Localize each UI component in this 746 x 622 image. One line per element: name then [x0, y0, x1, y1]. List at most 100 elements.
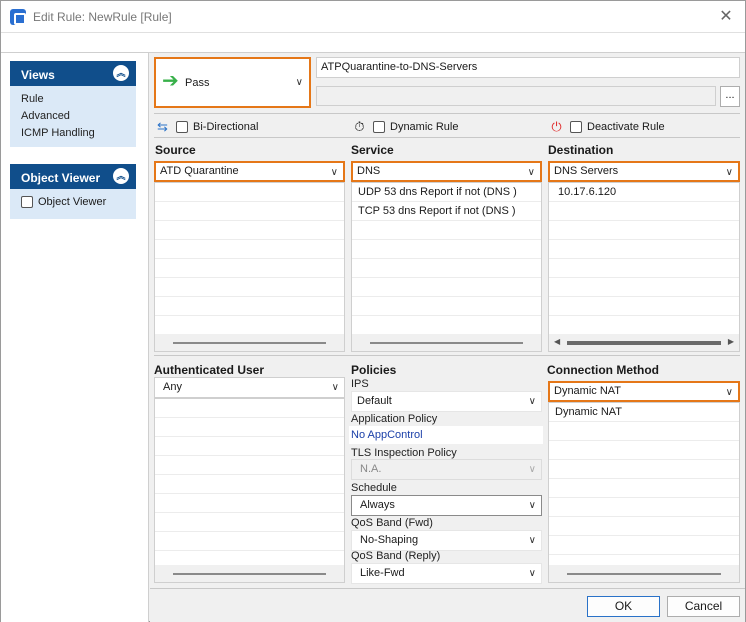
tls-inspection-policy-select: N.A. ∨: [351, 459, 542, 480]
rule-editor: ➔ Pass ∨ ATPQuarantine-to-DNS-Servers ..…: [150, 53, 745, 622]
object-viewer-panel-header[interactable]: Object Viewer ︽: [10, 164, 136, 189]
divider: [150, 588, 745, 589]
authenticated-user-selected: Any: [163, 381, 182, 393]
bidirectional-option[interactable]: ⇆ Bi-Directional: [154, 119, 258, 135]
list-item[interactable]: TCP 53 dns Report if not (DNS ): [352, 202, 541, 221]
close-icon[interactable]: ✕: [715, 6, 737, 28]
source-selected: ATD Quarantine: [160, 165, 239, 177]
sidebar-item-icmp-handling[interactable]: ICMP Handling: [10, 125, 136, 142]
destination-label: Destination: [548, 143, 614, 157]
chevron-down-icon: ∨: [330, 167, 338, 178]
list-item[interactable]: 10.17.6.120: [549, 183, 739, 202]
dynamic-rule-label: Dynamic Rule: [390, 121, 459, 133]
authenticated-user-scrollbar[interactable]: [155, 565, 344, 582]
sidebar-item-advanced[interactable]: Advanced: [10, 108, 136, 125]
deactivate-rule-option[interactable]: ⏻ Deactivate Rule: [548, 119, 665, 135]
service-list[interactable]: UDP 53 dns Report if not (DNS ) TCP 53 d…: [351, 182, 542, 352]
destination-selected: DNS Servers: [554, 165, 619, 177]
title-bar: Edit Rule: NewRule [Rule] ✕: [1, 1, 745, 33]
top-strip: [1, 33, 745, 53]
source-list[interactable]: [154, 182, 345, 352]
object-viewer-panel: Object Viewer ︽ Object Viewer: [10, 164, 136, 219]
dynamic-rule-checkbox[interactable]: [373, 121, 385, 133]
scroll-left-icon[interactable]: ◀: [554, 337, 560, 346]
authenticated-user-select[interactable]: Any ∨: [154, 377, 345, 398]
list-item[interactable]: UDP 53 dns Report if not (DNS ): [352, 183, 541, 202]
dynamic-rule-option[interactable]: ⏱ Dynamic Rule: [351, 119, 458, 135]
qos-fwd-select[interactable]: No-Shaping ∨: [351, 530, 542, 551]
connection-method-label: Connection Method: [547, 363, 659, 377]
chevron-down-icon: ∨: [527, 167, 535, 178]
bidirectional-checkbox[interactable]: [176, 121, 188, 133]
ips-select[interactable]: Default ∨: [351, 391, 542, 412]
qos-reply-value: Like-Fwd: [360, 567, 405, 579]
bidirectional-label: Bi-Directional: [193, 121, 259, 133]
source-label: Source: [155, 143, 196, 157]
connection-method-list[interactable]: Dynamic NAT: [548, 402, 740, 583]
ips-value: Default: [357, 395, 392, 407]
chevron-down-icon: ∨: [528, 464, 536, 475]
authenticated-user-label: Authenticated User: [154, 363, 265, 377]
service-selected: DNS: [357, 165, 381, 177]
collapse-icon[interactable]: ︽: [113, 65, 129, 81]
stopwatch-icon: ⏱: [354, 119, 365, 134]
cancel-button[interactable]: Cancel: [667, 596, 740, 617]
action-label: Pass: [185, 77, 210, 89]
source-select[interactable]: ATD Quarantine ∨: [154, 161, 345, 182]
service-scrollbar[interactable]: [352, 334, 541, 351]
connection-method-scrollbar[interactable]: [549, 565, 739, 582]
object-viewer-checkbox[interactable]: [21, 196, 33, 208]
chevron-down-icon: ∨: [528, 500, 536, 511]
views-panel: Views ︽ Rule Advanced ICMP Handling: [10, 61, 136, 147]
pass-arrow-icon: ➔: [162, 70, 179, 92]
schedule-label: Schedule: [351, 482, 397, 494]
application-policy-link[interactable]: No AppControl: [351, 429, 423, 441]
source-scrollbar[interactable]: [155, 334, 344, 351]
rule-name-input[interactable]: ATPQuarantine-to-DNS-Servers: [316, 57, 740, 78]
chevron-down-icon: ∨: [528, 568, 536, 579]
application-policy-label: Application Policy: [351, 413, 438, 425]
authenticated-user-list[interactable]: [154, 398, 345, 583]
list-item[interactable]: Dynamic NAT: [549, 403, 739, 422]
rule-comment-input[interactable]: [316, 86, 716, 106]
service-select[interactable]: DNS ∨: [351, 161, 542, 182]
object-viewer-panel-title: Object Viewer: [21, 171, 101, 185]
edit-rule-dialog: Edit Rule: NewRule [Rule] ✕ Views ︽ Rule…: [0, 0, 746, 622]
views-panel-header[interactable]: Views ︽: [10, 61, 136, 86]
window-title: Edit Rule: NewRule [Rule]: [33, 10, 172, 24]
action-dropdown[interactable]: ➔ Pass ∨: [154, 57, 311, 108]
scroll-right-icon[interactable]: ▶: [728, 337, 734, 346]
divider: [154, 113, 740, 114]
chevron-down-icon: ∨: [295, 77, 303, 88]
sidebar-item-rule[interactable]: Rule: [10, 91, 136, 108]
destination-list[interactable]: 10.17.6.120 ◀ ▶: [548, 182, 740, 352]
collapse-icon[interactable]: ︽: [113, 168, 129, 184]
connection-method-selected: Dynamic NAT: [554, 385, 622, 397]
divider: [154, 355, 740, 356]
ok-button[interactable]: OK: [587, 596, 660, 617]
destination-select[interactable]: DNS Servers ∨: [548, 161, 740, 182]
power-icon: ⏻: [551, 119, 562, 134]
schedule-value: Always: [360, 499, 395, 511]
schedule-select[interactable]: Always ∨: [351, 495, 542, 516]
chevron-down-icon: ∨: [331, 382, 339, 393]
object-viewer-checkbox-label: Object Viewer: [38, 196, 107, 208]
chevron-down-icon: ∨: [725, 167, 733, 178]
more-button[interactable]: ...: [720, 86, 740, 107]
deactivate-rule-label: Deactivate Rule: [587, 121, 665, 133]
bidirectional-arrows-icon: ⇆: [157, 119, 168, 134]
qos-fwd-value: No-Shaping: [360, 534, 419, 546]
divider: [154, 137, 740, 138]
sidebar: Views ︽ Rule Advanced ICMP Handling Obje…: [1, 53, 149, 622]
destination-scrollbar[interactable]: ◀ ▶: [549, 334, 739, 351]
qos-reply-select[interactable]: Like-Fwd ∨: [351, 563, 542, 584]
views-panel-title: Views: [21, 68, 55, 82]
app-icon: [10, 9, 26, 25]
qos-fwd-label: QoS Band (Fwd): [351, 517, 433, 529]
tls-inspection-policy-value: N.A.: [360, 463, 382, 475]
service-label: Service: [351, 143, 394, 157]
deactivate-rule-checkbox[interactable]: [570, 121, 582, 133]
chevron-down-icon: ∨: [528, 535, 536, 546]
chevron-down-icon: ∨: [725, 387, 733, 398]
connection-method-select[interactable]: Dynamic NAT ∨: [548, 381, 740, 402]
